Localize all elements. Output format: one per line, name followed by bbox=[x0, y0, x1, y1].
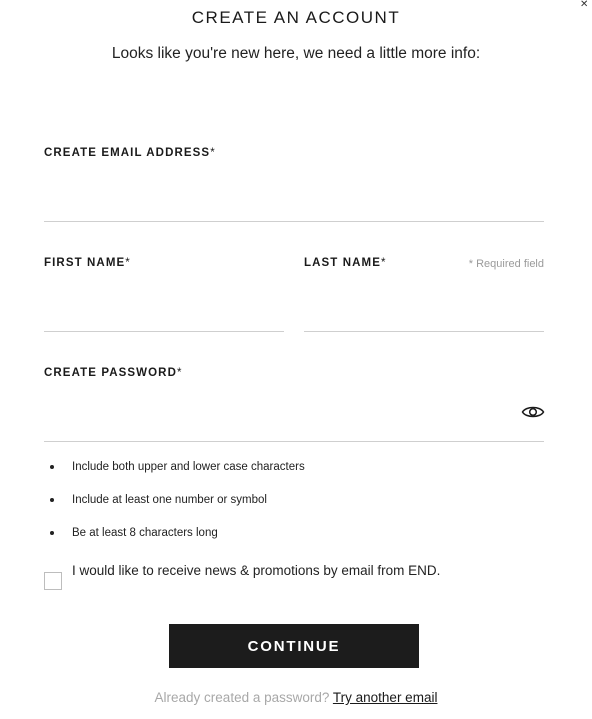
newsletter-label: I would like to receive news & promotion… bbox=[72, 563, 441, 578]
last-name-field[interactable] bbox=[304, 302, 544, 332]
eye-icon[interactable] bbox=[521, 403, 545, 421]
continue-button[interactable]: CONTINUE bbox=[169, 624, 419, 668]
email-label: CREATE EMAIL ADDRESS* bbox=[44, 147, 216, 159]
password-field[interactable] bbox=[44, 412, 544, 442]
password-rule-text: Include at least one number or symbol bbox=[72, 494, 267, 506]
password-required-mark: * bbox=[177, 367, 183, 379]
modal-subtitle: Looks like you're new here, we need a li… bbox=[111, 45, 481, 62]
password-rule: Include at least one number or symbol bbox=[50, 492, 305, 525]
newsletter-checkbox[interactable] bbox=[44, 572, 62, 590]
footer-prompt: Already created a password? bbox=[154, 690, 330, 705]
password-label-text: CREATE PASSWORD bbox=[44, 367, 177, 379]
first-name-required-mark: * bbox=[125, 257, 131, 269]
password-rules-list: Include both upper and lower case charac… bbox=[50, 459, 305, 558]
bullet-icon bbox=[50, 531, 54, 535]
last-name-required-mark: * bbox=[380, 257, 387, 269]
email-field[interactable] bbox=[44, 192, 544, 222]
password-rule-text: Be at least 8 characters long bbox=[72, 527, 218, 539]
password-label: CREATE PASSWORD* bbox=[44, 367, 183, 379]
email-label-text: CREATE EMAIL ADDRESS bbox=[44, 147, 211, 159]
first-name-label: FIRST NAME* bbox=[44, 257, 131, 269]
modal-title: CREATE AN ACCOUNT bbox=[191, 8, 401, 27]
first-name-field[interactable] bbox=[44, 302, 284, 332]
last-name-label-text: LAST NAME bbox=[304, 257, 381, 269]
email-required-mark: * bbox=[210, 147, 216, 159]
required-field-note: * Required field bbox=[468, 258, 544, 270]
password-rule: Be at least 8 characters long bbox=[50, 525, 305, 558]
password-rule-text: Include both upper and lower case charac… bbox=[72, 461, 305, 473]
try-another-email-link[interactable]: Try another email bbox=[333, 690, 438, 705]
footer-prompt-line: Already created a password? Try another … bbox=[0, 690, 592, 705]
bullet-icon bbox=[50, 498, 54, 502]
bullet-icon bbox=[50, 465, 54, 469]
password-rule: Include both upper and lower case charac… bbox=[50, 459, 305, 492]
last-name-label: LAST NAME* bbox=[304, 257, 387, 269]
first-name-label-text: FIRST NAME bbox=[44, 257, 126, 269]
